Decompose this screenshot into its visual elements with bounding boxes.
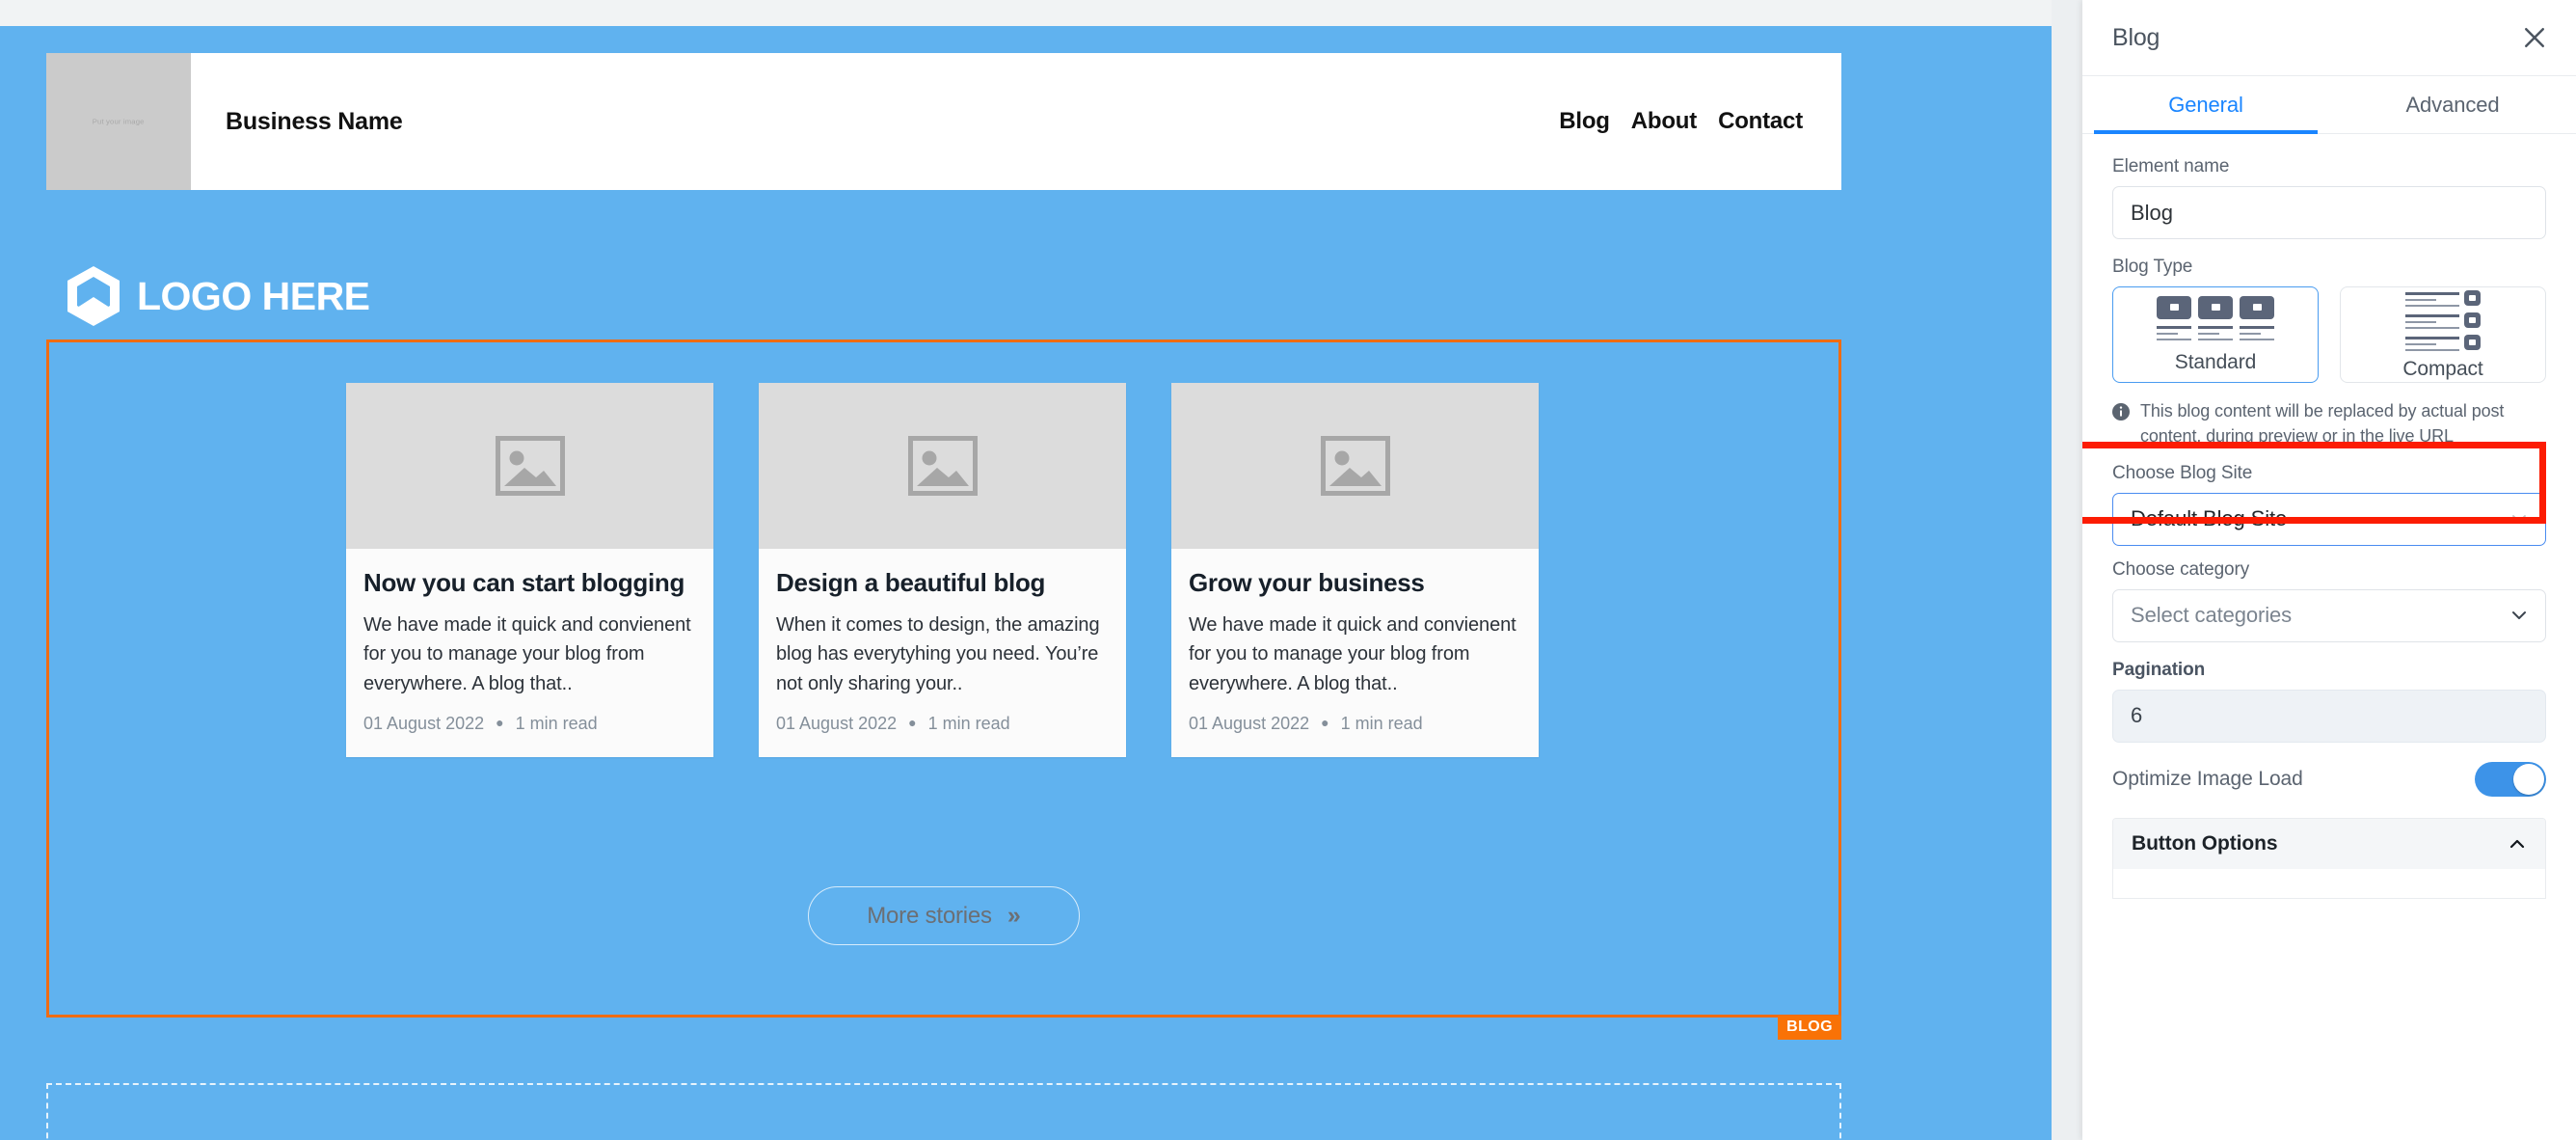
tab-advanced[interactable]: Advanced <box>2329 76 2576 133</box>
blog-card-meta: 01 August 2022 ● 1 min read <box>363 714 696 734</box>
blog-card-list: Now you can start blogging We have made … <box>346 383 1539 757</box>
blog-type-label: Blog Type <box>2112 257 2546 278</box>
blog-card-image <box>346 383 713 549</box>
blog-card-date: 01 August 2022 <box>776 714 897 733</box>
panel-body: Element name Blog Blog Type <box>2082 134 2576 1140</box>
meta-separator-dot: ● <box>496 715 503 730</box>
blog-card-body: Grow your business We have made it quick… <box>1171 549 1539 757</box>
nav-link-about[interactable]: About <box>1631 108 1697 135</box>
blog-type-option-compact-label: Compact <box>2402 358 2482 381</box>
chevron-down-icon <box>2509 509 2529 529</box>
optimize-image-load-label: Optimize Image Load <box>2112 768 2303 791</box>
blog-card-title: Grow your business <box>1189 568 1521 598</box>
info-icon <box>2112 403 2130 421</box>
header-bar: Business Name Blog About Contact <box>191 53 1841 190</box>
panel-title: Blog <box>2112 24 2160 52</box>
blog-card-meta: 01 August 2022 ● 1 min read <box>776 714 1109 734</box>
site-logo[interactable]: LOGO HERE <box>64 264 370 328</box>
blog-card-date: 01 August 2022 <box>1189 714 1309 733</box>
pagination-label: Pagination <box>2112 660 2546 681</box>
app-screen: Put your image Business Name Blog About … <box>0 0 2576 1140</box>
header-image-placeholder-label: Put your image <box>93 118 145 126</box>
standard-layout-icon <box>2156 295 2275 349</box>
blog-card-meta: 01 August 2022 ● 1 min read <box>1189 714 1521 734</box>
image-placeholder-icon <box>1321 436 1390 496</box>
business-name: Business Name <box>226 108 403 136</box>
blog-card-excerpt: We have made it quick and convienent for… <box>363 611 696 698</box>
button-options-header[interactable]: Button Options <box>2113 819 2545 869</box>
tab-general[interactable]: General <box>2082 76 2329 133</box>
website-canvas: Put your image Business Name Blog About … <box>0 0 2052 1140</box>
button-options-accordion: Button Options <box>2112 818 2546 899</box>
header-image-placeholder[interactable]: Put your image <box>46 53 191 190</box>
blog-card-body: Now you can start blogging We have made … <box>346 549 713 757</box>
settings-panel: Blog General Advanced Element name Blog … <box>2082 0 2576 1140</box>
choose-blog-site-select[interactable]: Default Blog Site <box>2112 493 2546 546</box>
blog-card-title: Design a beautiful blog <box>776 568 1109 598</box>
optimize-image-load-row: Optimize Image Load <box>2112 762 2546 797</box>
blog-card-body: Design a beautiful blog When it comes to… <box>759 549 1126 757</box>
blog-card-read-time: 1 min read <box>516 714 598 733</box>
blog-section-selected[interactable]: Now you can start blogging We have made … <box>46 339 1841 1018</box>
nav-link-blog[interactable]: Blog <box>1559 108 1610 135</box>
site-header[interactable]: Put your image Business Name Blog About … <box>46 53 1841 190</box>
more-stories-label: More stories <box>867 903 992 930</box>
blog-card[interactable]: Now you can start blogging We have made … <box>346 383 713 757</box>
logo-hexagon-icon <box>64 264 123 328</box>
element-name-input[interactable]: Blog <box>2112 186 2546 239</box>
chevron-down-icon <box>2509 606 2529 625</box>
choose-blog-site-label: Choose Blog Site <box>2112 463 2546 484</box>
blog-card-read-time: 1 min read <box>1341 714 1423 733</box>
image-placeholder-icon <box>908 436 978 496</box>
choose-category-label: Choose category <box>2112 559 2546 581</box>
image-placeholder-icon <box>496 436 565 496</box>
optimize-image-load-toggle[interactable] <box>2475 762 2546 797</box>
chevron-up-icon[interactable] <box>2508 834 2527 854</box>
info-note: This blog content will be replaced by ac… <box>2112 399 2546 449</box>
blog-type-options: Standard <box>2112 286 2546 383</box>
site-preview: Put your image Business Name Blog About … <box>0 26 2052 1140</box>
toggle-knob <box>2513 764 2544 795</box>
element-name-label: Element name <box>2112 156 2546 177</box>
empty-section-dropzone[interactable] <box>46 1083 1841 1140</box>
blog-card[interactable]: Grow your business We have made it quick… <box>1171 383 1539 757</box>
selection-badge-blog: BLOG <box>1778 1016 1841 1040</box>
meta-separator-dot: ● <box>908 715 916 730</box>
choose-category-placeholder: Select categories <box>2131 603 2292 628</box>
nav-link-contact[interactable]: Contact <box>1718 108 1803 135</box>
panel-tabs: General Advanced <box>2082 76 2576 134</box>
blog-type-option-standard-label: Standard <box>2175 351 2256 374</box>
pagination-input[interactable]: 6 <box>2112 690 2546 743</box>
site-nav: Blog About Contact <box>1559 108 1803 135</box>
button-options-content <box>2113 869 2545 898</box>
panel-header: Blog <box>2082 0 2576 76</box>
blog-card-excerpt: We have made it quick and convienent for… <box>1189 611 1521 698</box>
blog-card-excerpt: When it comes to design, the amazing blo… <box>776 611 1109 698</box>
blog-card-image <box>759 383 1126 549</box>
blog-card-read-time: 1 min read <box>928 714 1010 733</box>
blog-type-option-standard[interactable]: Standard <box>2112 286 2319 383</box>
blog-type-option-compact[interactable]: Compact <box>2340 286 2546 383</box>
more-stories-button[interactable]: More stories » <box>808 886 1080 945</box>
compact-layout-icon <box>2404 288 2482 356</box>
blog-card-date: 01 August 2022 <box>363 714 484 733</box>
button-options-title: Button Options <box>2132 832 2277 855</box>
logo-text: LOGO HERE <box>137 274 370 319</box>
close-icon[interactable] <box>2520 23 2549 52</box>
meta-separator-dot: ● <box>1321 715 1328 730</box>
blog-card-image <box>1171 383 1539 549</box>
choose-blog-site-value: Default Blog Site <box>2131 506 2287 531</box>
blog-card[interactable]: Design a beautiful blog When it comes to… <box>759 383 1126 757</box>
blog-card-title: Now you can start blogging <box>363 568 696 598</box>
double-chevron-right-icon: » <box>1007 904 1021 928</box>
info-note-text: This blog content will be replaced by ac… <box>2140 399 2546 449</box>
choose-category-select[interactable]: Select categories <box>2112 589 2546 642</box>
